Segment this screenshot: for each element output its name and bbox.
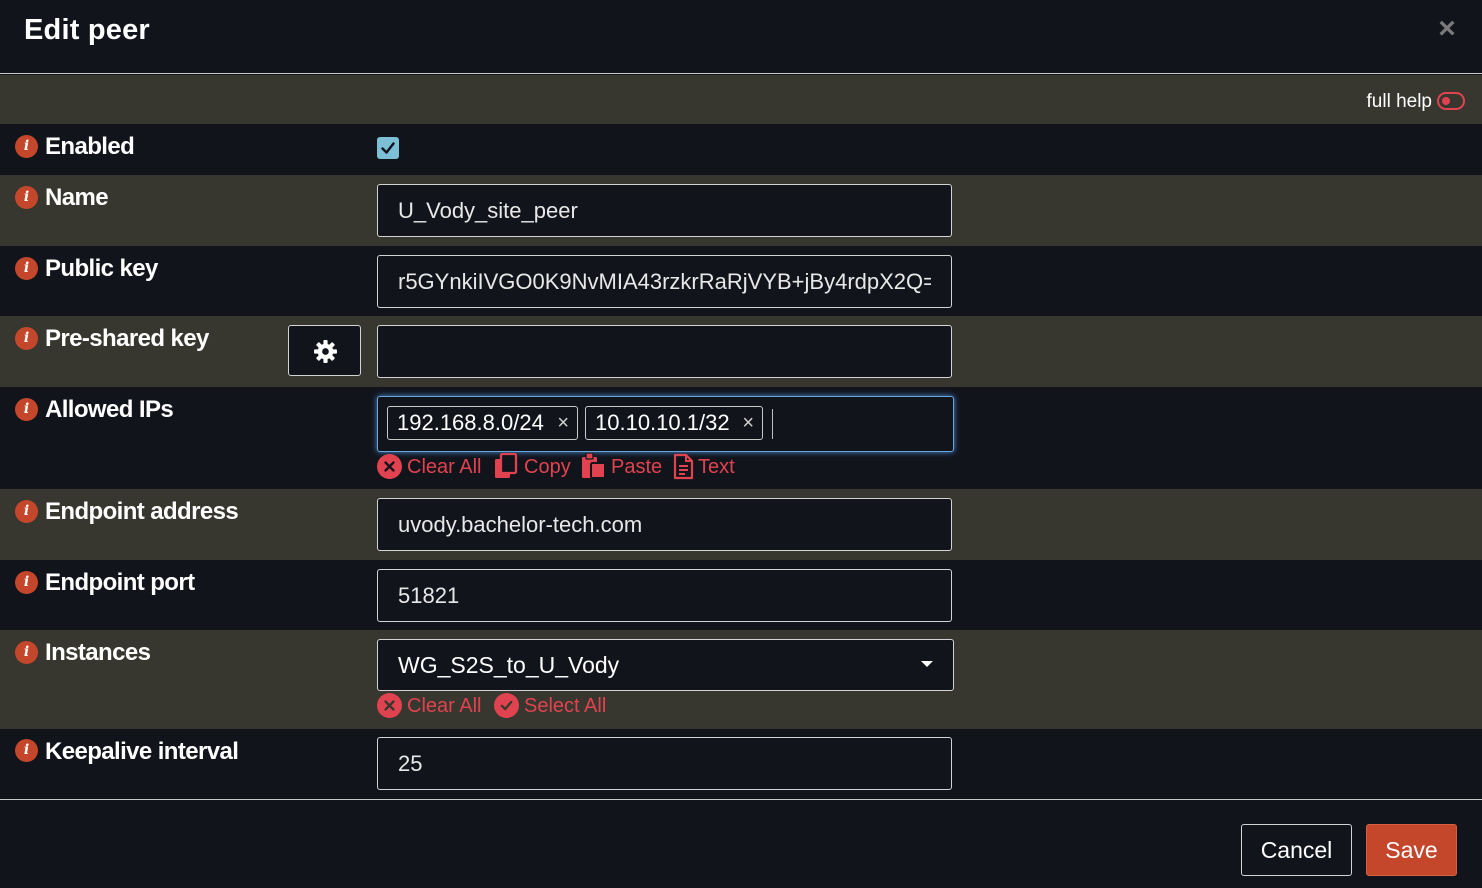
remove-tag-icon[interactable]: × xyxy=(742,407,754,439)
check-icon xyxy=(381,142,395,154)
field-label-name: Name xyxy=(45,184,109,211)
field-label-endpoint-port: Endpoint port xyxy=(45,569,195,596)
info-circle-icon[interactable]: i xyxy=(15,739,38,762)
times-circle-icon xyxy=(377,454,402,479)
allowed-ips-clear-all-link[interactable]: Clear All xyxy=(377,453,482,481)
row-endpoint-address: i Endpoint address xyxy=(0,489,1482,560)
info-circle-icon[interactable]: i xyxy=(15,571,38,594)
row-endpoint-port: i Endpoint port xyxy=(0,560,1482,630)
row-instances: i Instances WG_S2S_to_U_Vody Clear All S… xyxy=(0,630,1482,729)
info-circle-icon[interactable]: i xyxy=(15,327,38,350)
file-text-icon xyxy=(673,453,694,480)
text-label: Text xyxy=(698,456,735,478)
paste-icon xyxy=(582,453,606,479)
row-pre-shared-key: i Pre-shared key xyxy=(0,316,1482,387)
toggle-off-icon[interactable] xyxy=(1437,92,1465,110)
text-cursor xyxy=(772,409,773,439)
row-public-key: i Public key xyxy=(0,246,1482,316)
caret-down-icon xyxy=(921,661,933,667)
endpoint-address-input[interactable] xyxy=(377,498,952,551)
allowed-ips-copy-link[interactable]: Copy xyxy=(494,453,571,481)
info-circle-icon[interactable]: i xyxy=(15,257,38,280)
clear-all-label: Clear All xyxy=(407,456,482,478)
row-name: i Name xyxy=(0,175,1482,246)
gear-icon xyxy=(314,340,337,363)
close-icon[interactable]: × xyxy=(1436,14,1458,44)
info-circle-icon[interactable]: i xyxy=(15,398,38,421)
field-label-keepalive-interval: Keepalive interval xyxy=(45,738,239,765)
row-keepalive-interval: i Keepalive interval xyxy=(0,729,1482,799)
public-key-input[interactable] xyxy=(377,255,952,308)
field-label-instances: Instances xyxy=(45,639,151,666)
cancel-button[interactable]: Cancel xyxy=(1241,824,1352,876)
allowed-ip-tag: 10.10.10.1/32 × xyxy=(585,406,763,440)
select-all-label: Select All xyxy=(524,695,607,717)
allowed-ip-tag-label: 10.10.10.1/32 xyxy=(595,410,730,435)
info-circle-icon[interactable]: i xyxy=(15,135,38,158)
allowed-ips-text-link[interactable]: Text xyxy=(673,453,737,481)
enabled-checkbox[interactable] xyxy=(377,137,399,159)
footer-divider xyxy=(0,799,1482,800)
instances-selected-value: WG_S2S_to_U_Vody xyxy=(398,652,620,678)
info-circle-icon[interactable]: i xyxy=(15,641,38,664)
info-circle-icon[interactable]: i xyxy=(15,186,38,209)
copy-icon xyxy=(495,453,518,478)
field-label-public-key: Public key xyxy=(45,255,158,282)
endpoint-port-input[interactable] xyxy=(377,569,952,622)
allowed-ips-paste-link[interactable]: Paste xyxy=(581,453,663,481)
allowed-ip-tag-label: 192.168.8.0/24 xyxy=(397,410,544,435)
generate-key-button[interactable] xyxy=(288,325,361,376)
field-label-endpoint-address: Endpoint address xyxy=(45,498,239,525)
allowed-ip-tag: 192.168.8.0/24 × xyxy=(387,406,578,440)
clear-all-label: Clear All xyxy=(407,695,482,717)
check-circle-icon xyxy=(494,693,519,718)
remove-tag-icon[interactable]: × xyxy=(557,407,569,439)
full-help-label: full help xyxy=(1366,91,1433,112)
paste-label: Paste xyxy=(611,456,663,478)
keepalive-interval-input[interactable] xyxy=(377,737,952,790)
info-circle-icon[interactable]: i xyxy=(15,500,38,523)
modal-title: Edit peer xyxy=(24,14,150,46)
row-enabled: i Enabled xyxy=(0,124,1482,175)
save-button[interactable]: Save xyxy=(1366,824,1457,876)
pre-shared-key-input[interactable] xyxy=(377,325,952,378)
field-label-allowed-ips: Allowed IPs xyxy=(45,396,174,423)
instances-clear-all-link[interactable]: Clear All xyxy=(377,692,482,720)
instances-select[interactable]: WG_S2S_to_U_Vody xyxy=(377,639,954,691)
field-label-enabled: Enabled xyxy=(45,133,135,160)
allowed-ips-tag-input[interactable]: 192.168.8.0/24 × 10.10.10.1/32 × xyxy=(377,396,954,452)
times-circle-icon xyxy=(377,693,402,718)
row-allowed-ips: i Allowed IPs 192.168.8.0/24 × 10.10.10.… xyxy=(0,387,1482,489)
help-bar: full help xyxy=(0,75,1482,124)
instances-select-all-link[interactable]: Select All xyxy=(494,692,609,720)
name-input[interactable] xyxy=(377,184,952,237)
copy-label: Copy xyxy=(524,456,571,478)
modal-header: Edit peer × xyxy=(0,0,1482,74)
field-label-pre-shared-key: Pre-shared key xyxy=(45,325,209,352)
